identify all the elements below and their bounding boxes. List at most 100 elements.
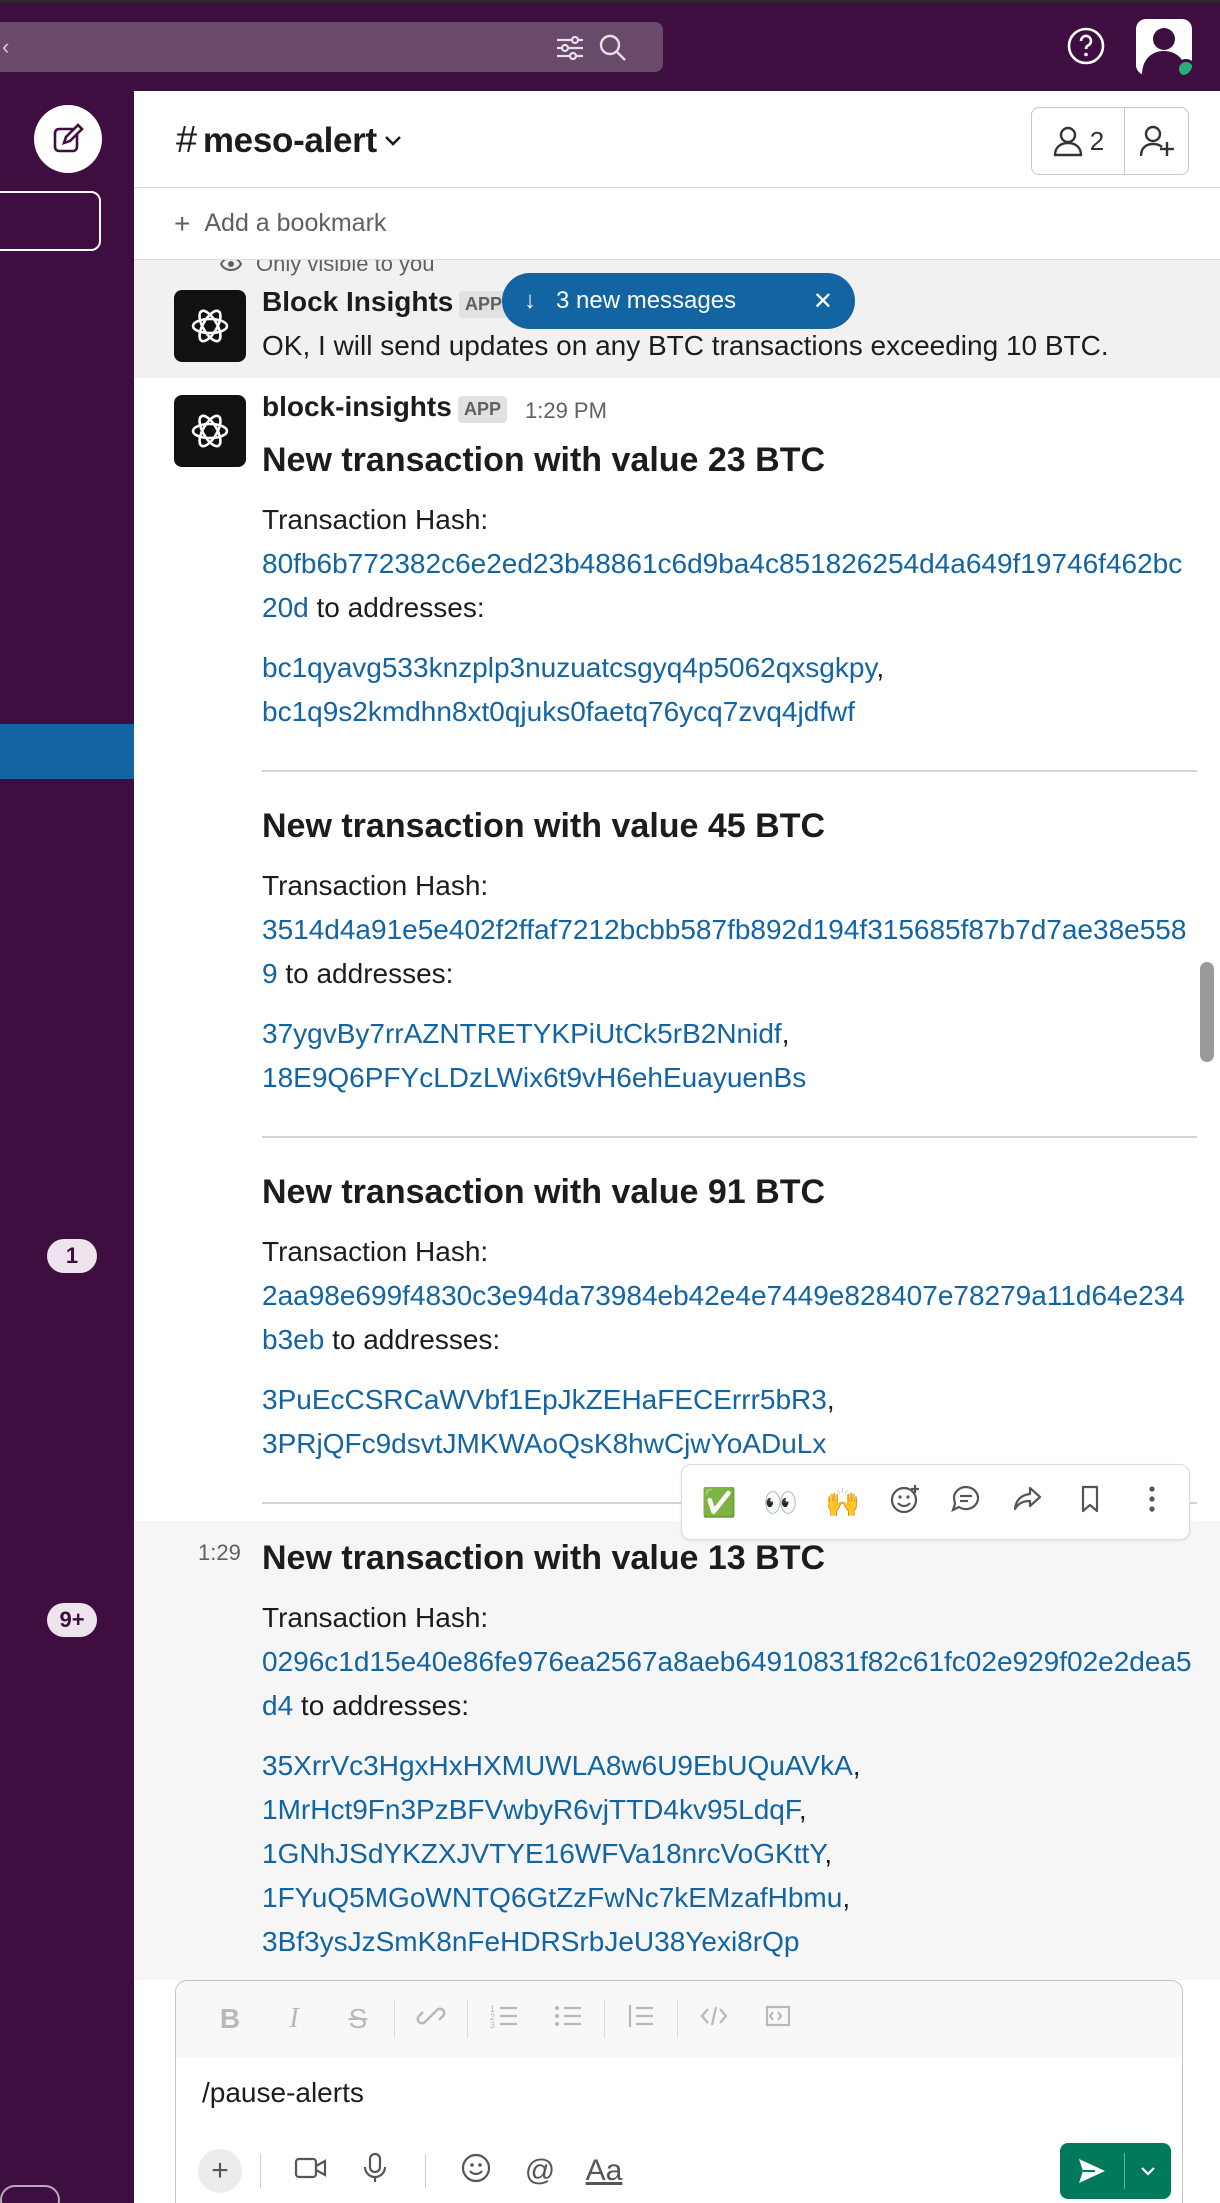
bookmark-bar[interactable]: + Add a bookmark <box>134 188 1220 260</box>
address-link[interactable]: bc1q9s2kmdhn8xt0qjuks0faetq76ycq7zvq4jdf… <box>262 696 855 727</box>
send-icon <box>1060 2157 1124 2185</box>
transaction-block: New transaction with value 23 BTC Transa… <box>262 440 1197 734</box>
message-actions-toolbar: ✅ 👀 🙌 <box>681 1464 1190 1540</box>
bookmark-icon[interactable] <box>1064 1483 1116 1522</box>
hash-label: Transaction Hash: <box>262 1236 489 1267</box>
chevron-down-icon <box>384 135 401 146</box>
search-icon[interactable] <box>598 33 628 63</box>
transaction-block: New transaction with value 45 BTC Transa… <box>262 806 1197 1100</box>
help-icon[interactable] <box>1066 26 1106 66</box>
scrollbar-thumb[interactable] <box>1200 962 1214 1062</box>
search-bar[interactable]: ‹ <box>0 22 663 72</box>
formatting-toolbar: B I S 123 <box>176 1981 1182 2057</box>
app-avatar[interactable] <box>174 395 246 467</box>
strikethrough-icon[interactable]: S <box>326 2003 390 2035</box>
add-reaction-icon[interactable] <box>879 1483 931 1522</box>
message-timestamp[interactable]: 1:29 PM <box>525 398 607 424</box>
address-link[interactable]: 3Bf3ysJzSmK8nFeHDRSrbJeU38Yexi8rQp <box>262 1926 799 1957</box>
visibility-note: Only visible to you <box>220 260 435 277</box>
reaction-check-button[interactable]: ✅ <box>693 1486 745 1519</box>
sidebar-item-active[interactable] <box>0 724 134 779</box>
reply-in-thread-icon[interactable] <box>940 1483 992 1522</box>
address-link[interactable]: bc1qyavg533knzplp3nuzuatcsgyq4p5062qxsgk… <box>262 652 876 683</box>
new-messages-label: 3 new messages <box>556 287 737 314</box>
transaction-block: New transaction with value 13 BTC Transa… <box>262 1538 1197 1964</box>
hover-timestamp[interactable]: 1:29 <box>198 1540 241 1566</box>
openai-logo-icon <box>191 309 229 343</box>
code-icon[interactable] <box>682 2001 746 2038</box>
address-link[interactable]: 18E9Q6PFYcLDzLWix6t9vH6ehEuayuenBs <box>262 1062 806 1093</box>
ordered-list-icon[interactable]: 123 <box>472 2001 536 2038</box>
sidebar: 1 9+ <box>0 91 134 2203</box>
format-text-button[interactable]: Aa <box>572 2154 636 2188</box>
sender-name[interactable]: block-insights <box>262 391 452 423</box>
emoji-icon[interactable] <box>444 2152 508 2191</box>
blockquote-icon[interactable] <box>609 2001 673 2038</box>
app-tag: APP <box>459 291 509 318</box>
bulleted-list-icon[interactable] <box>536 2001 600 2038</box>
eye-icon <box>220 260 242 271</box>
address-link[interactable]: 1GNhJSdYKZXJVTYE16WFVa18nrcVoGKttY <box>262 1838 824 1869</box>
filter-icon[interactable] <box>555 36 585 60</box>
transaction-heading: New transaction with value 13 BTC <box>262 1539 826 1577</box>
svg-text:3: 3 <box>490 2020 495 2030</box>
mention-icon[interactable]: @ <box>508 2154 572 2188</box>
more-icon[interactable] <box>1126 1483 1178 1522</box>
divider <box>262 1136 1197 1138</box>
share-icon[interactable] <box>1002 1483 1054 1522</box>
member-count-button[interactable]: 2 <box>1032 108 1125 174</box>
reaction-raised-hands-button[interactable]: 🙌 <box>817 1486 869 1519</box>
sidebar-toggle[interactable] <box>0 2185 60 2203</box>
add-person-icon <box>1139 125 1174 157</box>
attach-plus-button[interactable]: + <box>198 2149 242 2193</box>
address-link[interactable]: 1FYuQ5MGoWNTQ6GtZzFwNc7kEMzafHbmu <box>262 1882 842 1913</box>
hash-label: Transaction Hash: <box>262 504 489 535</box>
address-link[interactable]: 3PRjQFc9dsvtJMKWAoQsK8hwCjwYoADuLx <box>262 1428 826 1459</box>
sidebar-selected-box[interactable] <box>0 191 101 251</box>
bold-icon[interactable]: B <box>198 2003 262 2035</box>
user-avatar[interactable] <box>1136 19 1192 75</box>
app-avatar[interactable] <box>174 290 246 362</box>
address-link[interactable]: 3PuEcCSRCaWVbf1EpJkZEHaFECErrr5bR3 <box>262 1384 827 1415</box>
hash-label: Transaction Hash: <box>262 870 489 901</box>
address-link[interactable]: 37ygvBy7rrAZNTRETYKPiUtCk5rB2Nnidf <box>262 1018 782 1049</box>
transaction-heading: New transaction with value 23 BTC <box>262 441 826 479</box>
code-block-icon[interactable] <box>746 2001 810 2038</box>
chevron-left-icon: ‹ <box>2 34 10 59</box>
compose-button[interactable] <box>34 105 102 173</box>
close-icon[interactable]: ✕ <box>813 287 833 316</box>
italic-icon[interactable]: I <box>262 2003 326 2035</box>
microphone-icon[interactable] <box>343 2152 407 2191</box>
to-addresses-label: to addresses: <box>308 592 485 623</box>
link-icon[interactable] <box>399 2001 463 2038</box>
address-link[interactable]: 1MrHct9Fn3PzBFVwbyR6vjTTD4kv95LdqF <box>262 1794 799 1825</box>
app-tag: APP <box>458 396 508 423</box>
person-icon <box>1053 126 1082 157</box>
plus-icon: + <box>174 207 191 239</box>
add-member-button[interactable] <box>1125 108 1188 174</box>
presence-active-icon <box>1176 59 1192 75</box>
message-list: Only visible to you Block Insights APP O… <box>134 260 1220 1980</box>
divider <box>262 770 1197 772</box>
composer-actions: + @ Aa <box>198 2149 636 2193</box>
send-options-chevron-icon[interactable] <box>1124 2153 1171 2189</box>
channel-name: meso-alert <box>202 120 377 160</box>
send-button[interactable] <box>1060 2143 1171 2199</box>
new-messages-pill[interactable]: ↓ 3 new messages ✕ <box>502 273 855 329</box>
transaction-heading: New transaction with value 45 BTC <box>262 807 826 845</box>
transaction-heading: New transaction with value 91 BTC <box>262 1173 826 1211</box>
channel-title[interactable]: # meso-alert <box>176 119 403 162</box>
sender-name[interactable]: Block Insights <box>262 286 453 318</box>
unread-badge[interactable]: 1 <box>47 1239 97 1273</box>
unread-badge[interactable]: 9+ <box>47 1603 97 1637</box>
to-addresses-label: to addresses: <box>324 1324 501 1355</box>
member-count: 2 <box>1089 125 1105 156</box>
address-link[interactable]: 35XrrVc3HgxHxHXMUWLA8w6U9EbUQuAVkA <box>262 1750 853 1781</box>
hash-label: Transaction Hash: <box>262 1602 489 1633</box>
channel-header: # meso-alert 2 <box>134 91 1220 188</box>
reaction-eyes-button[interactable]: 👀 <box>755 1486 807 1519</box>
message-input[interactable]: /pause-alerts <box>202 2077 364 2109</box>
video-icon[interactable] <box>279 2155 343 2188</box>
top-bar: ‹ <box>0 0 1220 91</box>
message-composer: B I S 123 /pause-alerts + @ Aa <box>175 1980 1183 2203</box>
